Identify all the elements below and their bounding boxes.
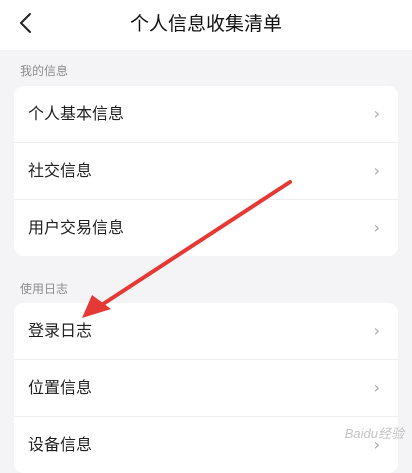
watermark-logo: Baidu经验 (344, 426, 404, 441)
annotation-arrow-icon (82, 180, 292, 318)
